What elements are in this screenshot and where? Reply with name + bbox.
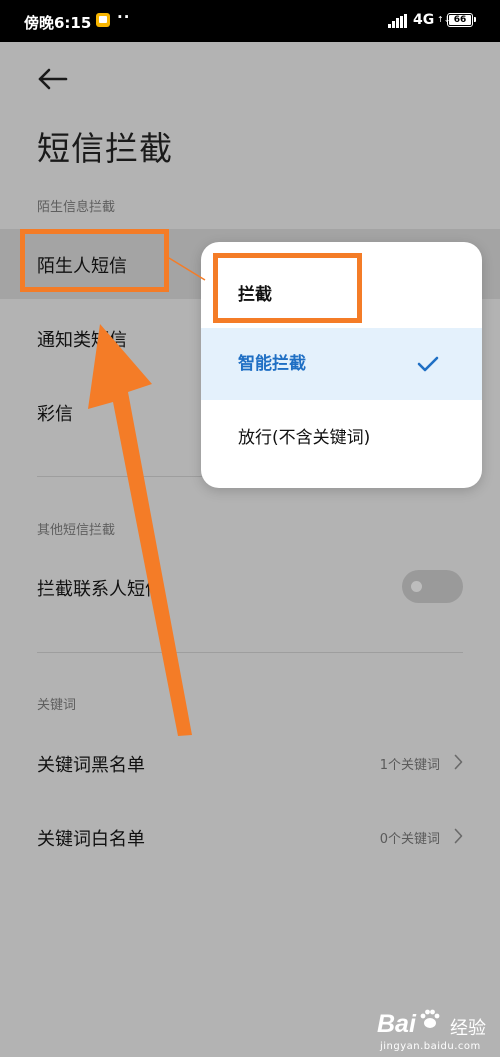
list-item-keyword-whitelist[interactable]: 关键词白名单 (37, 825, 145, 851)
section-header-stranger: 陌生信息拦截 (37, 200, 116, 215)
annotation-box-block-option (213, 253, 362, 323)
menu-item-label: 智能拦截 (238, 354, 306, 374)
list-item-mms[interactable]: 彩信 (37, 400, 73, 426)
battery-icon: 66 (447, 13, 476, 27)
back-button[interactable] (34, 64, 74, 94)
status-time: 傍晚6:15 (24, 14, 92, 32)
block-contacts-toggle[interactable] (402, 570, 463, 603)
keyword-blacklist-count: 1个关键词 (379, 758, 440, 773)
notification-app-icon (96, 13, 110, 27)
watermark-subtitle: 经验 (450, 1018, 486, 1039)
check-icon (417, 356, 439, 372)
baidu-jingyan-watermark: Bai 经验 jingyan.baidu.com (364, 1005, 500, 1057)
watermark-logo: Bai (377, 1010, 416, 1038)
notification-more-indicator: ·· (117, 8, 131, 26)
screen: 傍晚6:15 ·· 4G ↑↓ 66 短信拦截 陌生信息拦截 陌生人短信 通知类… (0, 0, 500, 1057)
divider (37, 652, 463, 653)
list-item-block-contacts[interactable]: 拦截联系人短信 (37, 575, 163, 601)
paw-icon (420, 1009, 440, 1028)
battery-level: 66 (449, 15, 471, 25)
status-bar: 傍晚6:15 ·· 4G ↑↓ 66 (0, 0, 500, 42)
list-item-keyword-blacklist[interactable]: 关键词黑名单 (37, 751, 145, 777)
menu-item-label: 放行(不含关键词) (238, 428, 371, 448)
keyword-whitelist-count: 0个关键词 (379, 832, 440, 847)
annotation-box-stranger-sms (20, 229, 169, 292)
section-header-keywords: 关键词 (37, 698, 77, 713)
arrow-left-icon (38, 68, 68, 90)
watermark-url: jingyan.baidu.com (380, 1041, 481, 1052)
section-header-other: 其他短信拦截 (37, 523, 116, 538)
signal-strength-icon (388, 14, 408, 28)
network-type: 4G (413, 12, 435, 28)
menu-item-allow[interactable]: 放行(不含关键词) (201, 400, 482, 488)
list-item-notification-sms[interactable]: 通知类短信 (37, 326, 127, 352)
chevron-right-icon (454, 754, 463, 770)
page-title: 短信拦截 (37, 129, 173, 168)
toggle-knob (411, 581, 422, 592)
chevron-right-icon (454, 828, 463, 844)
menu-item-smart-block[interactable]: 智能拦截 (201, 328, 482, 400)
